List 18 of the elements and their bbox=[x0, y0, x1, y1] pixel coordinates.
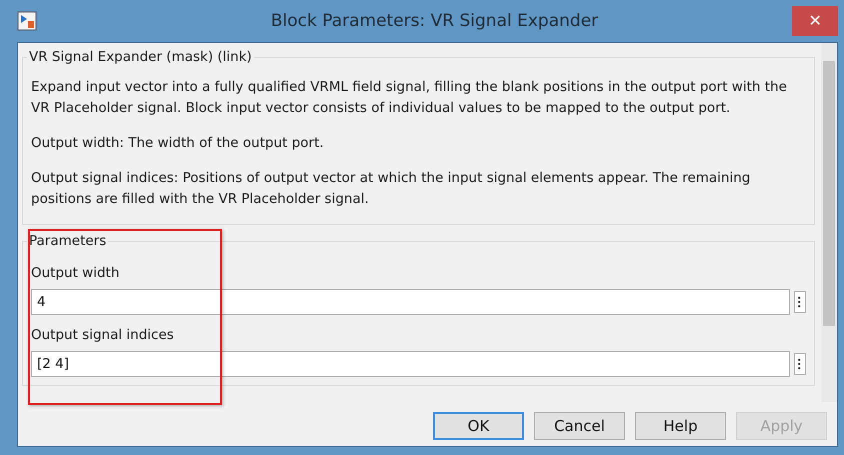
window-title: Block Parameters: VR Signal Expander bbox=[270, 11, 600, 31]
description-text: Output signal indices: Positions of output vector at which the input signal elements appear. The remaining positions are filled with the VR Placeholder signal. bbox=[31, 169, 752, 209]
dialog-button[interactable]: Cancel bbox=[534, 412, 625, 440]
field-label: Output signal indices bbox=[31, 327, 175, 343]
field-label: Output width bbox=[31, 265, 120, 281]
group-title: Parameters bbox=[28, 233, 108, 249]
input-field[interactable]: 4 bbox=[31, 289, 790, 315]
scrollbar[interactable] bbox=[821, 43, 837, 402]
more-icon[interactable] bbox=[794, 353, 806, 375]
description-text: Output width: The width of the output port. bbox=[31, 134, 325, 153]
close-button[interactable]: ✕ bbox=[792, 6, 838, 36]
group-title: VR Signal Expander (mask) (link) bbox=[28, 49, 253, 65]
dialog-button[interactable]: OK bbox=[433, 412, 524, 440]
input-field[interactable]: [2 4] bbox=[31, 351, 790, 377]
description-text: Expand input vector into a fully qualified VRML field signal, filling the blank positions in the output port with the VR Placeholder signal. Block input vector consists of individual values to be mapped to the output port. bbox=[31, 78, 788, 118]
app-icon bbox=[17, 11, 37, 31]
dialog-button[interactable]: Help bbox=[635, 412, 726, 440]
more-icon[interactable] bbox=[794, 291, 806, 313]
